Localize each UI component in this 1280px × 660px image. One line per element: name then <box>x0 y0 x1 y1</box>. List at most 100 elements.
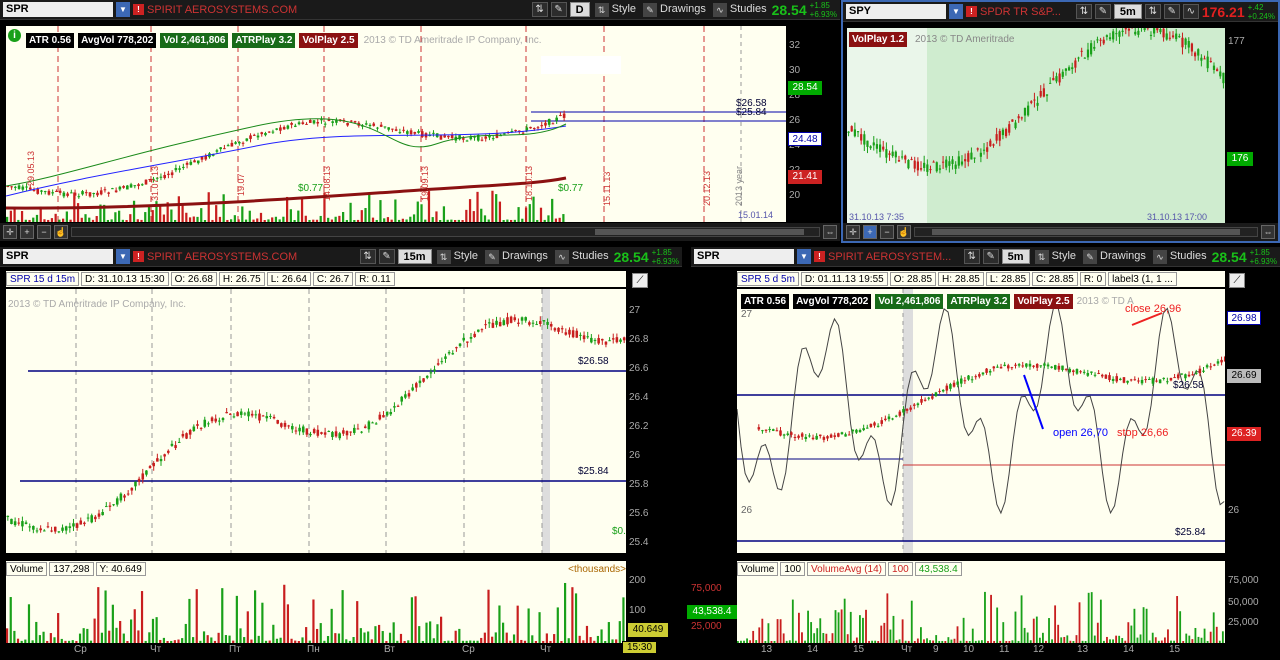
volume-bar <box>304 215 307 222</box>
volume-axis[interactable]: 75,000 50,000 25,000 <box>1225 561 1280 643</box>
crosshair-icon[interactable]: ✛ <box>846 225 860 239</box>
candle <box>1093 374 1097 376</box>
symbol-input[interactable]: SPR <box>694 249 794 264</box>
style-button[interactable]: ⇅ Style <box>593 2 638 17</box>
wrench-icon[interactable]: ✎ <box>1094 4 1111 19</box>
price-chart[interactable]: VolPlay 1.2 2013 © TD Ameritrade 31.10.1… <box>847 28 1225 224</box>
drawings-button[interactable]: ✎ Drawings <box>641 2 708 17</box>
volume-bar <box>364 208 367 222</box>
volume-chart[interactable]: Volume 100 VolumeAvg (14) 100 43,538.4 <box>737 561 1225 643</box>
price-axis[interactable]: 177 176 <box>1225 28 1278 224</box>
price-chart[interactable]: ATR 0.56 AvgVol 778,202 Vol 2,461,806 AT… <box>737 289 1225 553</box>
candle <box>1187 374 1191 377</box>
candle <box>1206 56 1209 69</box>
y-tick-1: 30 <box>789 65 801 76</box>
timeframe-button[interactable]: D <box>569 2 590 17</box>
chevron-down-icon[interactable]: ▼ <box>797 249 811 264</box>
volume-bar <box>181 203 184 222</box>
zoom-in-icon[interactable]: + <box>863 225 877 239</box>
atr-chip[interactable]: ATR 0.56 <box>741 293 790 309</box>
price-chart[interactable]: 2013 © TD Ameritrade IP Company, Inc. $2… <box>6 289 626 553</box>
volume-chart[interactable]: Volume 137,298 Y: 40.649 <thousands> <box>6 561 626 643</box>
link-icon[interactable]: ⇅ <box>359 249 376 264</box>
candle <box>356 428 360 430</box>
chevron-down-icon[interactable]: ▼ <box>116 249 130 264</box>
horizontal-scrollbar[interactable] <box>914 227 1258 237</box>
volume-bar <box>359 628 362 643</box>
expand-icon[interactable]: ⇔ <box>1261 225 1275 239</box>
drawings-button[interactable]: ✎ Drawings <box>1081 249 1148 264</box>
candle <box>108 505 112 507</box>
link-icon[interactable]: ⇅ <box>1075 4 1092 19</box>
candle <box>960 378 963 384</box>
time-axis[interactable]: 13 14 15 Чт 9 10 11 12 13 14 15 <box>737 643 1280 657</box>
avgvol-chip[interactable]: AvgVol 778,202 <box>793 293 872 309</box>
price-axis[interactable]: 27 26.8 26.6 26.4 26.2 26 25.8 25.6 25.4 <box>626 289 682 553</box>
price-axis[interactable]: 26.98 26.69 26.39 26 <box>1225 289 1280 553</box>
symbol-input[interactable]: SPY <box>846 4 946 19</box>
candle <box>1149 34 1153 36</box>
symbol-input[interactable]: SPR <box>3 2 113 17</box>
style-icon[interactable]: ⇅ <box>1144 4 1161 19</box>
info-icon[interactable]: i <box>8 29 21 42</box>
volume-axis[interactable]: 200 100 40.649 <box>626 561 682 643</box>
scale-icon[interactable]: ⟋ <box>632 273 648 288</box>
price-chart[interactable]: ATR 0.56 AvgVol 778,202 Vol 2,461,806 AT… <box>6 26 786 222</box>
studies-button[interactable]: ∿ Studies <box>1151 249 1209 264</box>
atr-chip[interactable]: ATR 0.56 <box>26 32 75 48</box>
candle <box>1127 28 1131 31</box>
studies-button[interactable]: ∿ Studies <box>711 2 769 17</box>
expand-icon[interactable]: ⇔ <box>823 225 837 239</box>
volplay-chip[interactable]: VolPlay 1.2 <box>849 32 908 47</box>
volplay-chip[interactable]: VolPlay 2.5 <box>1014 293 1073 309</box>
hand-icon[interactable]: ☝ <box>897 225 911 239</box>
candle <box>964 159 967 162</box>
hand-icon[interactable]: ☝ <box>54 225 68 239</box>
pencil-icon[interactable]: ✎ <box>1163 4 1180 19</box>
vol-chip[interactable]: Vol 2,461,806 <box>875 293 944 309</box>
candle <box>112 504 115 506</box>
studies-button[interactable]: ∿ Studies <box>553 249 611 264</box>
volume-bar <box>289 209 292 222</box>
candle <box>529 126 532 129</box>
crosshair-icon[interactable]: ✛ <box>3 225 17 239</box>
atrplay-chip[interactable]: ATRPlay 3.2 <box>947 293 1011 309</box>
link-icon[interactable]: ⇅ <box>963 249 980 264</box>
candle <box>443 135 446 138</box>
studies-icon[interactable]: ∿ <box>1182 4 1199 19</box>
zoom-out-icon[interactable]: − <box>880 225 894 239</box>
candle <box>833 435 836 437</box>
link-icon[interactable]: ⇅ <box>531 2 548 17</box>
horizontal-scrollbar[interactable] <box>71 227 820 237</box>
candle <box>1014 364 1017 366</box>
zoom-out-icon[interactable]: − <box>37 225 51 239</box>
avgvol-chip[interactable]: AvgVol 778,202 <box>78 32 157 48</box>
candle <box>562 113 566 118</box>
candle <box>156 458 159 462</box>
drawings-button[interactable]: ✎ Drawings <box>483 249 550 264</box>
timeframe-button[interactable]: 5m <box>1113 4 1142 19</box>
candle <box>829 434 833 438</box>
style-button[interactable]: ⇅ Style <box>435 249 480 264</box>
timeframe-button[interactable]: 15m <box>397 249 432 264</box>
vol-chip[interactable]: Vol 2,461,806 <box>160 32 229 48</box>
chevron-down-icon[interactable]: ▼ <box>949 4 963 19</box>
candle <box>956 381 959 385</box>
timeframe-button[interactable]: 5m <box>1001 249 1030 264</box>
time-axis[interactable]: Ср Чт Пт Пн Вт Ср Чт 15:30 <box>6 641 682 657</box>
volume-axis-left[interactable]: 75,000 25,000 43,538.4 <box>687 561 737 643</box>
atrplay-chip[interactable]: ATRPlay 3.2 <box>232 32 296 48</box>
candle <box>276 420 279 424</box>
price-axis[interactable]: 32 30 28 26 24 22 20 28.54 24.48 21.41 <box>786 26 840 222</box>
wrench-icon[interactable]: ✎ <box>982 249 999 264</box>
scale-icon[interactable]: ⟋ <box>1229 273 1245 288</box>
volplay-chip[interactable]: VolPlay 2.5 <box>299 32 358 48</box>
chevron-down-icon[interactable]: ▼ <box>116 2 130 17</box>
style-button[interactable]: ⇅ Style <box>1033 249 1078 264</box>
candle <box>916 161 919 171</box>
zoom-in-icon[interactable]: + <box>20 225 34 239</box>
wrench-icon[interactable]: ✎ <box>378 249 395 264</box>
wrench-icon[interactable]: ✎ <box>550 2 567 17</box>
symbol-input[interactable]: SPR <box>3 249 113 264</box>
volume-bar <box>910 600 913 643</box>
